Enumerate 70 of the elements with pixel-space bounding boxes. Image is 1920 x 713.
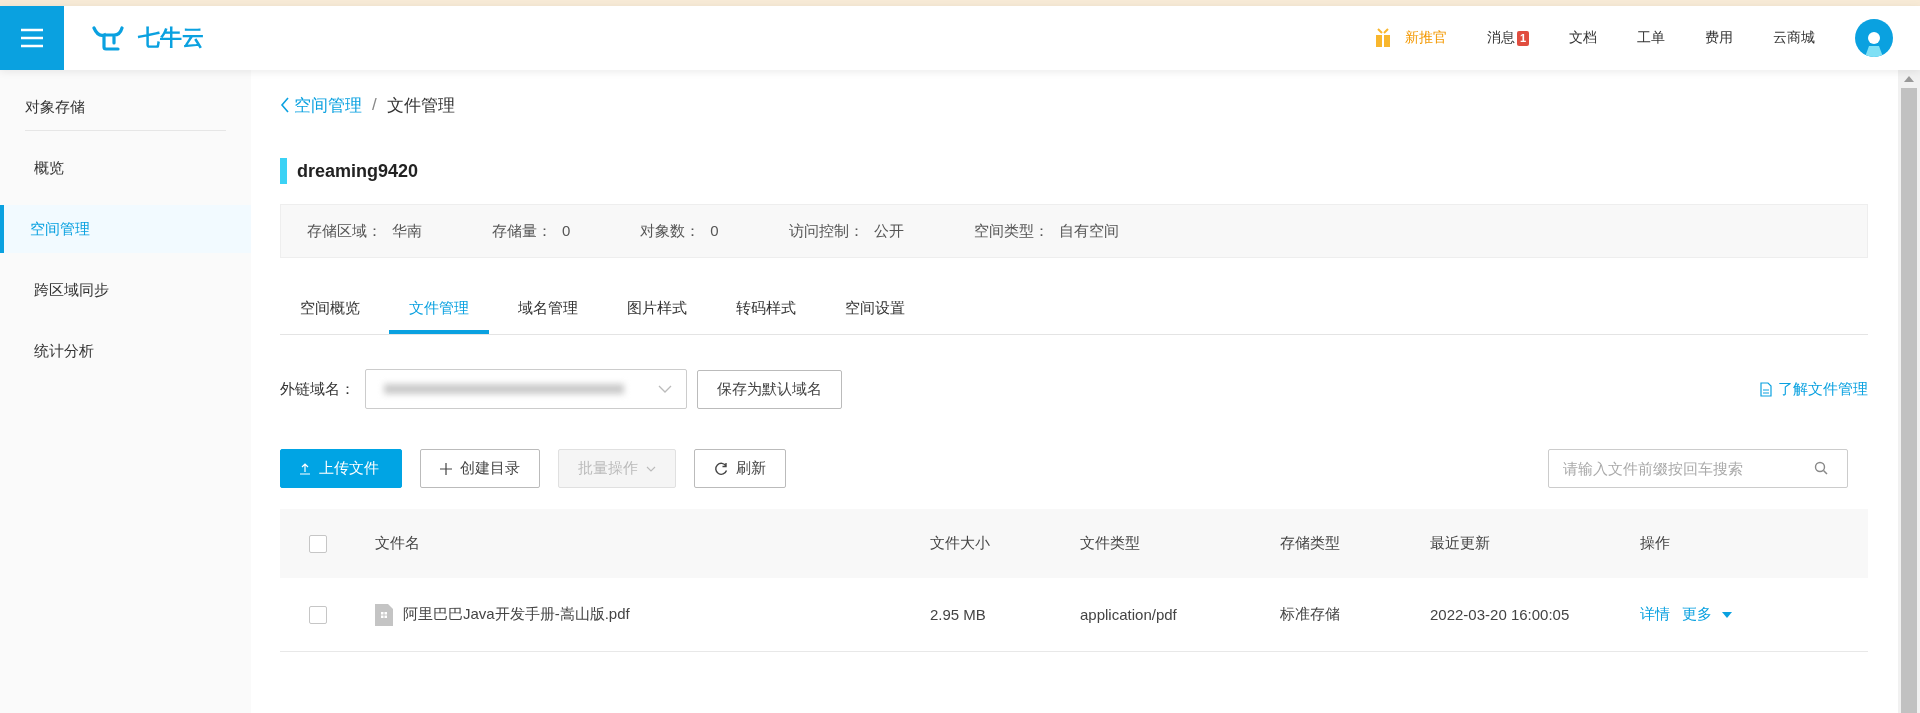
scrollbar[interactable] bbox=[1898, 70, 1920, 713]
domain-select[interactable] bbox=[365, 369, 687, 409]
tab[interactable]: 空间设置 bbox=[825, 286, 925, 334]
plus-icon bbox=[440, 462, 452, 475]
nav-link[interactable]: 文档 bbox=[1569, 29, 1597, 47]
table-cell-text: 标准存储 bbox=[1280, 605, 1341, 624]
title-accent-bar bbox=[280, 158, 287, 184]
scroll-up-icon bbox=[1904, 76, 1914, 82]
search-icon bbox=[1814, 461, 1828, 475]
chevron-down-icon bbox=[646, 465, 656, 472]
table-cell-text: 2022-03-20 16:00:05 bbox=[1430, 606, 1571, 623]
avatar[interactable] bbox=[1855, 19, 1893, 57]
info-value: 自有空间 bbox=[1058, 221, 1119, 241]
messages-label: 消息 bbox=[1486, 29, 1515, 47]
create-folder-button[interactable]: 创建目录 bbox=[420, 449, 540, 488]
breadcrumb-separator: / bbox=[372, 95, 377, 115]
info-value: 0 bbox=[562, 221, 571, 241]
refresh-button[interactable]: 刷新 bbox=[694, 449, 786, 488]
column-header: 文件名 bbox=[375, 534, 421, 553]
table-cell-text: application/pdf bbox=[1080, 606, 1178, 623]
bucket-name: dreaming9420 bbox=[297, 160, 419, 182]
info-value: 0 bbox=[710, 221, 719, 241]
count-badge: 1 bbox=[1516, 30, 1529, 46]
upload-icon bbox=[299, 462, 311, 475]
table-cell-text: 2.95 MB bbox=[930, 606, 987, 623]
tab[interactable]: 空间概览 bbox=[280, 286, 380, 334]
sidebar-item[interactable]: 跨区域同步 bbox=[0, 266, 251, 314]
help-link-text: 了解文件管理 bbox=[1778, 379, 1868, 399]
gift-icon bbox=[1374, 28, 1391, 48]
chevron-left-icon bbox=[280, 97, 290, 113]
tab[interactable]: 域名管理 bbox=[498, 286, 598, 334]
sidebar-item[interactable]: 统计分析 bbox=[0, 327, 251, 375]
breadcrumb-current: 文件管理 bbox=[386, 94, 455, 117]
info-label: 存储量： bbox=[492, 221, 552, 241]
search-field[interactable]: 请输入文件前缀按回车搜索 bbox=[1548, 449, 1848, 488]
document-icon bbox=[1760, 381, 1772, 397]
tab[interactable]: 转码样式 bbox=[716, 286, 816, 334]
file-name[interactable]: 阿里巴巴Java开发手册-嵩山版.pdf bbox=[403, 605, 630, 624]
column-header: 存储类型 bbox=[1280, 534, 1341, 553]
column-header: 最近更新 bbox=[1430, 534, 1491, 553]
column-header: 文件类型 bbox=[1080, 534, 1141, 553]
scroll-thumb[interactable] bbox=[1901, 88, 1917, 713]
info-label: 访问控制： bbox=[788, 221, 864, 241]
sidebar-title: 对象存储 bbox=[25, 96, 226, 131]
column-header: 操作 bbox=[1640, 534, 1671, 553]
breadcrumb-parent: 空间管理 bbox=[294, 94, 362, 117]
nav-link[interactable]: 云商城 bbox=[1773, 29, 1815, 47]
caret-down-icon bbox=[1722, 611, 1732, 618]
tab[interactable]: 图片样式 bbox=[607, 286, 707, 334]
promo-label: 新推官 bbox=[1404, 29, 1447, 47]
nav-link[interactable]: 工单 bbox=[1637, 29, 1665, 47]
refresh-icon bbox=[714, 461, 728, 476]
column-header: 文件大小 bbox=[930, 534, 991, 553]
menu-icon bbox=[20, 28, 44, 48]
nav-link[interactable]: 费用 bbox=[1705, 29, 1733, 47]
domain-label: 外链域名： bbox=[280, 379, 355, 399]
chevron-down-icon bbox=[658, 385, 672, 393]
save-default-button[interactable]: 保存为默认域名 bbox=[697, 369, 842, 409]
info-value: 华南 bbox=[392, 221, 422, 241]
messages-link[interactable]: 消息 1 bbox=[1486, 29, 1529, 47]
checkbox[interactable] bbox=[308, 534, 327, 553]
info-value: 公开 bbox=[873, 221, 904, 241]
info-label: 空间类型： bbox=[973, 221, 1049, 241]
logo-text: 七牛云 bbox=[138, 24, 204, 52]
info-label: 存储区域： bbox=[307, 221, 382, 241]
checkbox[interactable] bbox=[308, 605, 327, 624]
info-label: 对象数： bbox=[640, 221, 701, 241]
sidebar-item[interactable]: 概览 bbox=[0, 144, 251, 192]
file-icon bbox=[375, 603, 393, 626]
menu-button[interactable] bbox=[0, 6, 64, 70]
